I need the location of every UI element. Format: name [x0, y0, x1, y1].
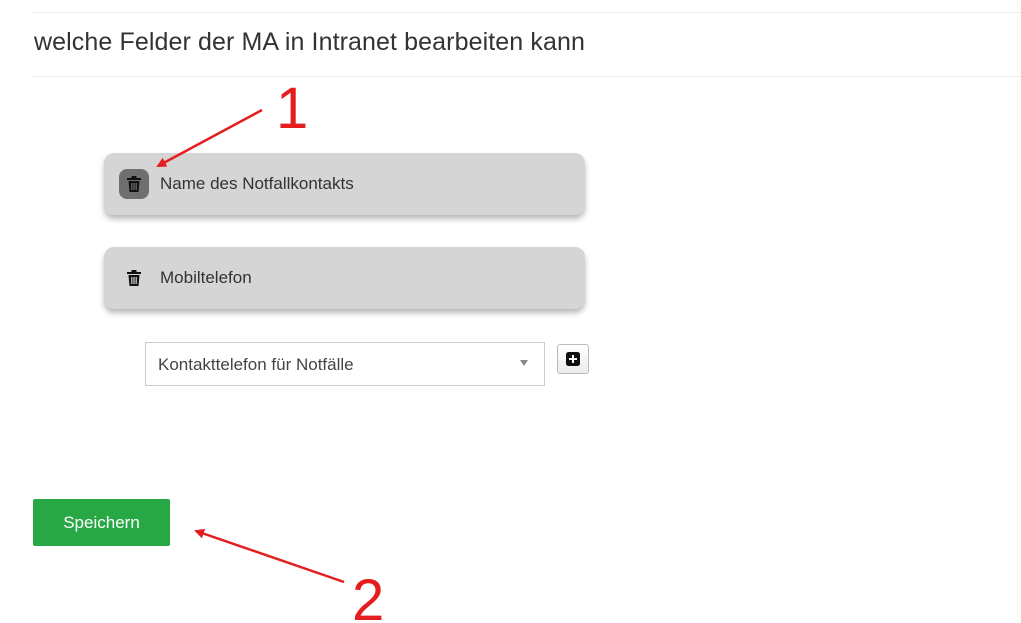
field-label: Name des Notfallkontakts	[160, 174, 354, 193]
top-divider	[32, 12, 1021, 13]
plus-square-icon	[566, 352, 580, 366]
delete-field-button[interactable]	[119, 169, 149, 199]
delete-field-button[interactable]	[119, 263, 149, 293]
field-item-mobiltelefon[interactable]: Mobiltelefon	[104, 247, 585, 309]
annotation-label-2: 2	[352, 568, 385, 623]
page: welche Felder der MA in Intranet bearbei…	[0, 0, 1021, 623]
annotation-label-1: 1	[276, 76, 309, 141]
trash-icon	[127, 176, 141, 192]
save-button[interactable]: Speichern	[33, 499, 170, 546]
field-select-value: Kontakttelefon für Notfälle	[158, 355, 354, 374]
section-title: welche Felder der MA in Intranet bearbei…	[34, 28, 585, 56]
field-label: Mobiltelefon	[160, 268, 252, 287]
field-item-notfallkontakt[interactable]: Name des Notfallkontakts	[104, 153, 585, 215]
title-divider	[32, 76, 1021, 77]
add-field-button[interactable]	[557, 344, 589, 374]
chevron-down-icon	[520, 360, 528, 366]
annotation-arrow-2	[194, 528, 345, 584]
field-select[interactable]: Kontakttelefon für Notfälle	[145, 342, 545, 386]
trash-icon	[127, 270, 141, 286]
